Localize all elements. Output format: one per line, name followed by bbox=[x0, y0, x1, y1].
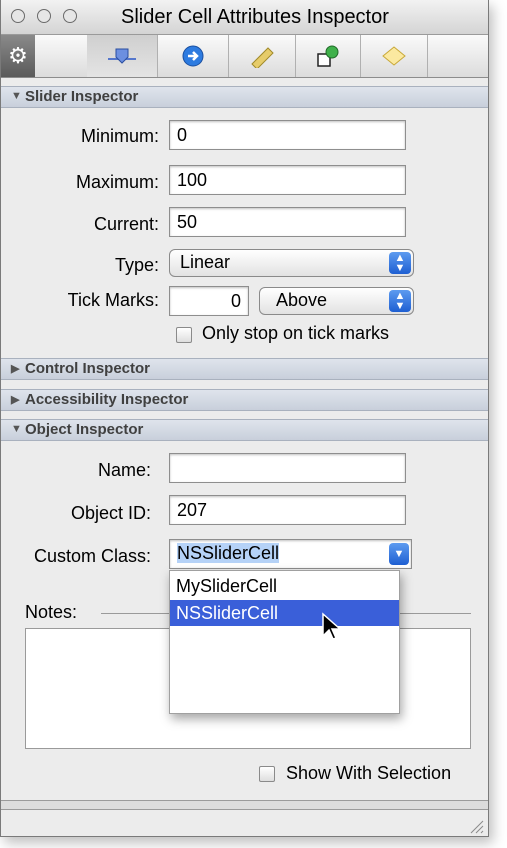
minimize-button[interactable] bbox=[37, 9, 51, 23]
stop-on-ticks-label: Only stop on tick marks bbox=[202, 323, 390, 343]
tick-position-popup[interactable]: Above ▲ ▼ bbox=[259, 287, 414, 315]
shapes-icon bbox=[317, 45, 339, 67]
minimum-label: Minimum: bbox=[80, 126, 159, 146]
object-id-label: Object ID: bbox=[70, 503, 151, 523]
custom-class-label: Custom Class: bbox=[33, 546, 151, 566]
window-title: Slider Cell Attributes Inspector bbox=[121, 6, 389, 28]
disclosure-closed-icon: ▶ bbox=[11, 363, 20, 375]
notes-divider bbox=[397, 613, 471, 614]
tick-marks-field[interactable]: 0 bbox=[169, 286, 249, 316]
inspector-toolbar: ⚙ bbox=[1, 35, 488, 78]
control-inspector-header[interactable]: ▶ Control Inspector bbox=[1, 358, 488, 380]
name-label: Name: bbox=[97, 460, 151, 480]
connections-tab[interactable] bbox=[158, 35, 229, 77]
notes-label: Notes: bbox=[25, 602, 78, 622]
type-popup[interactable]: Linear ▲ ▼ bbox=[169, 249, 414, 277]
slider-icon bbox=[108, 48, 136, 64]
resize-grip-icon[interactable] bbox=[467, 818, 485, 834]
notes-divider bbox=[101, 613, 169, 614]
disclosure-closed-icon: ▶ bbox=[11, 394, 20, 406]
bottom-splitter[interactable] bbox=[1, 800, 488, 810]
slider-inspector-header[interactable]: ▼ Slider Inspector bbox=[1, 86, 488, 108]
custom-class-menu: MySliderCell NSSliderCell bbox=[169, 570, 400, 714]
object-id-field[interactable]: 207 bbox=[169, 495, 406, 525]
popup-arrows-icon: ▲ ▼ bbox=[389, 290, 411, 312]
popup-arrows-icon: ▲ ▼ bbox=[389, 252, 411, 274]
effects-tab[interactable] bbox=[361, 35, 428, 77]
disclosure-open-icon: ▼ bbox=[11, 423, 22, 435]
title-bar[interactable]: Slider Cell Attributes Inspector bbox=[1, 0, 488, 35]
type-label: Type: bbox=[114, 255, 159, 275]
maximum-label: Maximum: bbox=[75, 172, 159, 192]
tick-marks-label: Tick Marks: bbox=[67, 290, 159, 310]
object-inspector-header[interactable]: ▼ Object Inspector bbox=[1, 419, 488, 441]
disclosure-open-icon: ▼ bbox=[11, 90, 22, 102]
attributes-tab[interactable] bbox=[87, 35, 158, 77]
stop-on-ticks-checkbox[interactable] bbox=[176, 327, 192, 343]
inspector-window: Slider Cell Attributes Inspector ⚙ ▼ Sli… bbox=[0, 0, 489, 837]
maximum-field[interactable]: 100 bbox=[169, 165, 406, 195]
size-tab[interactable] bbox=[229, 35, 296, 77]
accessibility-inspector-header[interactable]: ▶ Accessibility Inspector bbox=[1, 389, 488, 411]
name-field[interactable] bbox=[169, 453, 406, 483]
diamond-icon bbox=[382, 46, 406, 66]
bindings-tab[interactable] bbox=[296, 35, 361, 77]
menu-item-nsslidercell[interactable]: NSSliderCell bbox=[170, 600, 399, 626]
current-label: Current: bbox=[93, 214, 159, 234]
menu-item-myslidercell[interactable]: MySliderCell bbox=[170, 573, 399, 599]
arrow-circle-icon bbox=[182, 45, 204, 67]
show-with-selection-label: Show With Selection bbox=[286, 763, 452, 783]
close-button[interactable] bbox=[11, 9, 25, 23]
current-field[interactable]: 50 bbox=[169, 207, 406, 237]
mouse-cursor-icon bbox=[322, 612, 342, 640]
zoom-button[interactable] bbox=[63, 9, 77, 23]
gear-icon[interactable]: ⚙ bbox=[1, 35, 35, 77]
custom-class-combobox[interactable]: NSSliderCell ▼ bbox=[169, 539, 412, 569]
ruler-icon bbox=[251, 47, 274, 68]
minimum-field[interactable]: 0 bbox=[169, 120, 406, 150]
dropdown-arrow-icon[interactable]: ▼ bbox=[389, 543, 409, 565]
show-with-selection-checkbox[interactable] bbox=[259, 766, 275, 782]
